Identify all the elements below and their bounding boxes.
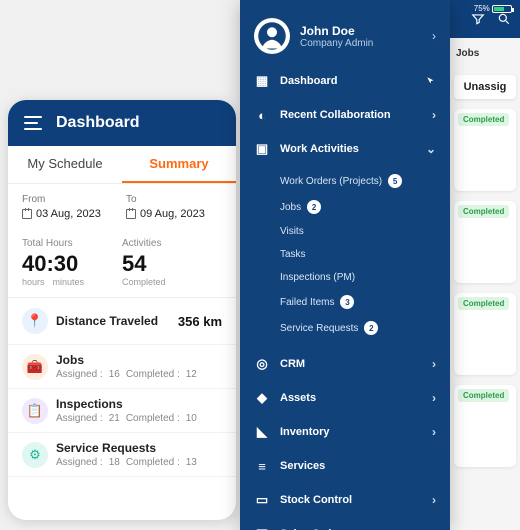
from-date-field[interactable]: 03 Aug, 2023 bbox=[22, 208, 118, 220]
job-card[interactable]: Completed bbox=[454, 109, 516, 191]
grid-icon: ▦ bbox=[254, 73, 270, 89]
activities-label: Activities bbox=[122, 238, 222, 249]
cursor-icon bbox=[426, 76, 436, 86]
sidebar-item-crm[interactable]: ◎ CRM › bbox=[240, 347, 450, 381]
sidebar-sub-jobs[interactable]: Jobs2 bbox=[240, 194, 450, 220]
chevron-right-icon: › bbox=[432, 425, 436, 439]
tab-my-schedule[interactable]: My Schedule bbox=[8, 146, 122, 183]
count-badge: 5 bbox=[388, 174, 402, 188]
sidebar-item-sales-order[interactable]: ▤ Sales Order › bbox=[240, 517, 450, 530]
summary-item-inspections[interactable]: 📋 Inspections Assigned :21Completed :10 bbox=[8, 389, 236, 433]
sidebar-item-inventory[interactable]: ◣ Inventory › bbox=[240, 415, 450, 449]
distance-value: 356 km bbox=[178, 314, 222, 329]
receipt-icon: ▤ bbox=[254, 526, 270, 530]
target-icon: ◎ bbox=[254, 356, 270, 372]
sidebar-sub-inspections[interactable]: Inspections (PM) bbox=[240, 266, 450, 289]
sidebar-sub-visits[interactable]: Visits bbox=[240, 220, 450, 243]
right-phone-peek: 75% Jobs Unassig Completed Completed Com… bbox=[450, 0, 520, 530]
dashboard-phone: Dashboard My Schedule Summary From 03 Au… bbox=[8, 100, 236, 520]
user-role: Company Admin bbox=[300, 38, 422, 49]
chevron-right-icon: › bbox=[432, 29, 436, 43]
gear-icon: ⚙ bbox=[22, 442, 48, 468]
status-badge: Completed bbox=[458, 389, 509, 402]
chevron-right-icon: › bbox=[432, 108, 436, 122]
cube-icon: ◆ bbox=[254, 390, 270, 406]
chevron-right-icon: › bbox=[432, 391, 436, 405]
sidebar-item-assets[interactable]: ◆ Assets › bbox=[240, 381, 450, 415]
right-tab-jobs[interactable]: Jobs bbox=[450, 38, 520, 69]
from-label: From bbox=[22, 194, 118, 205]
total-hours-value: 40:30 bbox=[22, 251, 122, 277]
count-badge: 2 bbox=[364, 321, 378, 335]
clock-icon: ◐ bbox=[254, 107, 270, 123]
location-icon: 📍 bbox=[22, 308, 48, 334]
status-badge: Completed bbox=[458, 205, 509, 218]
chevron-down-icon: ⌄ bbox=[426, 142, 436, 156]
menu-icon[interactable] bbox=[24, 116, 44, 130]
tag-icon: ◣ bbox=[254, 424, 270, 440]
to-date-field[interactable]: 09 Aug, 2023 bbox=[126, 208, 222, 220]
job-card[interactable]: Completed bbox=[454, 201, 516, 283]
sidebar-sub-work-orders[interactable]: Work Orders (Projects)5 bbox=[240, 168, 450, 194]
summary-item-jobs[interactable]: 🧰 Jobs Assigned :16Completed :12 bbox=[8, 345, 236, 389]
to-label: To bbox=[126, 194, 222, 205]
sidebar-sub-service-requests[interactable]: Service Requests2 bbox=[240, 315, 450, 341]
list-icon: ≡ bbox=[254, 458, 270, 474]
calendar-icon bbox=[126, 209, 136, 219]
filter-icon[interactable] bbox=[470, 11, 486, 27]
dashboard-header: Dashboard bbox=[8, 100, 236, 146]
sidebar-item-work-activities[interactable]: ▣ Work Activities ⌄ bbox=[240, 132, 450, 166]
sidebar-item-services[interactable]: ≡ Services bbox=[240, 449, 450, 483]
count-badge: 3 bbox=[340, 295, 354, 309]
user-name: John Doe bbox=[300, 24, 422, 38]
total-hours-label: Total Hours bbox=[22, 238, 122, 249]
summary-tabs: My Schedule Summary bbox=[8, 146, 236, 184]
stats-row: Total Hours 40:30 hoursminutes Activitie… bbox=[8, 230, 236, 298]
avatar bbox=[254, 18, 290, 54]
job-card[interactable]: Completed bbox=[454, 385, 516, 467]
tab-summary[interactable]: Summary bbox=[122, 146, 236, 183]
count-badge: 2 bbox=[307, 200, 321, 214]
chevron-right-icon: › bbox=[432, 357, 436, 371]
clipboard-icon: 📋 bbox=[22, 398, 48, 424]
sidebar-drawer: John Doe Company Admin › ▦ Dashboard ◐ R… bbox=[240, 0, 450, 530]
battery-icon bbox=[492, 5, 512, 13]
search-icon[interactable] bbox=[496, 11, 512, 27]
status-badge: Completed bbox=[458, 297, 509, 310]
calendar-icon bbox=[22, 209, 32, 219]
distance-row: 📍 Distance Traveled 356 km bbox=[8, 298, 236, 345]
status-badge: Completed bbox=[458, 113, 509, 126]
user-profile[interactable]: John Doe Company Admin › bbox=[240, 0, 450, 64]
job-card[interactable]: Completed bbox=[454, 293, 516, 375]
sidebar-item-recent-collaboration[interactable]: ◐ Recent Collaboration › bbox=[240, 98, 450, 132]
sidebar-item-stock-control[interactable]: ▭ Stock Control › bbox=[240, 483, 450, 517]
work-activities-submenu: Work Orders (Projects)5 Jobs2 Visits Tas… bbox=[240, 166, 450, 347]
box-icon: ▭ bbox=[254, 492, 270, 508]
page-title: Dashboard bbox=[56, 114, 140, 132]
sidebar-sub-tasks[interactable]: Tasks bbox=[240, 243, 450, 266]
briefcase-icon: 🧰 bbox=[22, 354, 48, 380]
activities-value: 54 bbox=[122, 251, 222, 277]
clipboard-icon: ▣ bbox=[254, 141, 270, 157]
filter-pill-unassigned[interactable]: Unassig bbox=[454, 75, 516, 99]
summary-item-service-requests[interactable]: ⚙ Service Requests Assigned :18Completed… bbox=[8, 433, 236, 477]
date-range: From 03 Aug, 2023 To 09 Aug, 2023 bbox=[8, 184, 236, 230]
right-topbar: 75% bbox=[450, 0, 520, 38]
chevron-right-icon: › bbox=[432, 493, 436, 507]
sidebar-sub-failed-items[interactable]: Failed Items3 bbox=[240, 289, 450, 315]
status-bar: 75% bbox=[474, 4, 512, 13]
sidebar-item-dashboard[interactable]: ▦ Dashboard bbox=[240, 64, 450, 98]
distance-label: Distance Traveled bbox=[56, 314, 158, 328]
